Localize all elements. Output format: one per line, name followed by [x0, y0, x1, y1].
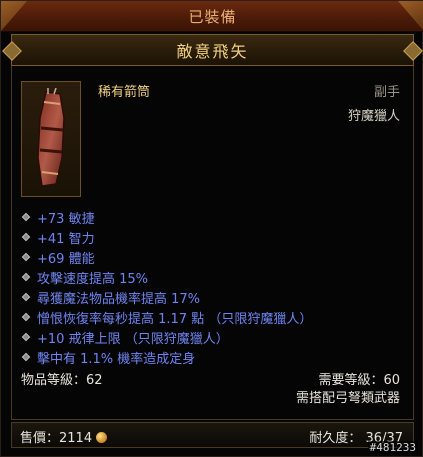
sell-price-text: 售價：2114: [20, 431, 93, 446]
required-level: 需要等級：60: [318, 373, 400, 388]
item-level: 物品等級：62: [21, 373, 103, 388]
item-slot: 副手: [373, 85, 400, 100]
diamond-bullet-icon: [21, 232, 31, 242]
item-title-bar: 敵意飛矢: [2, 34, 423, 66]
item-tooltip: 已裝備 敵意飛矢 稀有箭筒 副手 狩魔獵人 +73 敏捷 +41 智力 +69 …: [0, 0, 423, 457]
footer-bar: 售價：2114 耐久度： 36/37: [11, 422, 414, 448]
affix-text: +41 智力: [37, 231, 95, 247]
corner-ornament-right: [398, 1, 423, 31]
affix-list: +73 敏捷 +41 智力 +69 體能 攻擊速度提高 15% 尋獲魔法物品機率…: [21, 207, 312, 367]
affix-text: 擊中有 1.1% 機率造成定身: [37, 351, 196, 367]
watermark: #481233: [367, 441, 418, 454]
affix-row: +10 戒律上限 （只限狩魔獵人）: [21, 327, 312, 347]
affix-text: 憎恨恢復率每秒提高 1.17 點 （只限狩魔獵人）: [37, 311, 313, 327]
equipped-label: 已裝備: [188, 7, 237, 26]
title-gem-right-icon: [403, 41, 423, 61]
affix-row: 攻擊速度提高 15%: [21, 267, 312, 287]
item-name: 敵意飛矢: [176, 42, 249, 61]
item-icon-frame: [21, 81, 81, 197]
affix-text: 尋獲魔法物品機率提高 17%: [37, 291, 201, 307]
affix-row: 尋獲魔法物品機率提高 17%: [21, 287, 312, 307]
affix-row: +73 敏捷: [21, 207, 312, 227]
affix-row: +69 體能: [21, 247, 312, 267]
item-type: 稀有箭筒: [98, 85, 151, 100]
diamond-bullet-icon: [21, 312, 31, 322]
diamond-bullet-icon: [21, 292, 31, 302]
diamond-bullet-icon: [21, 212, 31, 222]
affix-row: 憎恨恢復率每秒提高 1.17 點 （只限狩魔獵人）: [21, 307, 312, 327]
affix-text: +10 戒律上限 （只限狩魔獵人）: [37, 331, 229, 347]
quiver-icon: [37, 88, 65, 187]
diamond-bullet-icon: [21, 332, 31, 342]
affix-text: +69 體能: [37, 251, 95, 267]
required-weapon: 需搭配弓弩類武器: [295, 391, 400, 406]
sell-price: 售價：2114: [20, 427, 108, 446]
affix-row: 擊中有 1.1% 機率造成定身: [21, 347, 312, 367]
gold-coin-icon: [96, 432, 108, 443]
diamond-bullet-icon: [21, 252, 31, 262]
affix-row: +41 智力: [21, 227, 312, 247]
affix-text: +73 敏捷: [37, 211, 95, 227]
diamond-bullet-icon: [21, 272, 31, 282]
item-class: 狩魔獵人: [347, 109, 400, 124]
affix-text: 攻擊速度提高 15%: [37, 271, 149, 287]
diamond-bullet-icon: [21, 352, 31, 362]
corner-ornament-left: [1, 1, 27, 31]
equipped-header: 已裝備: [1, 1, 423, 32]
title-gem-left-icon: [2, 41, 22, 61]
